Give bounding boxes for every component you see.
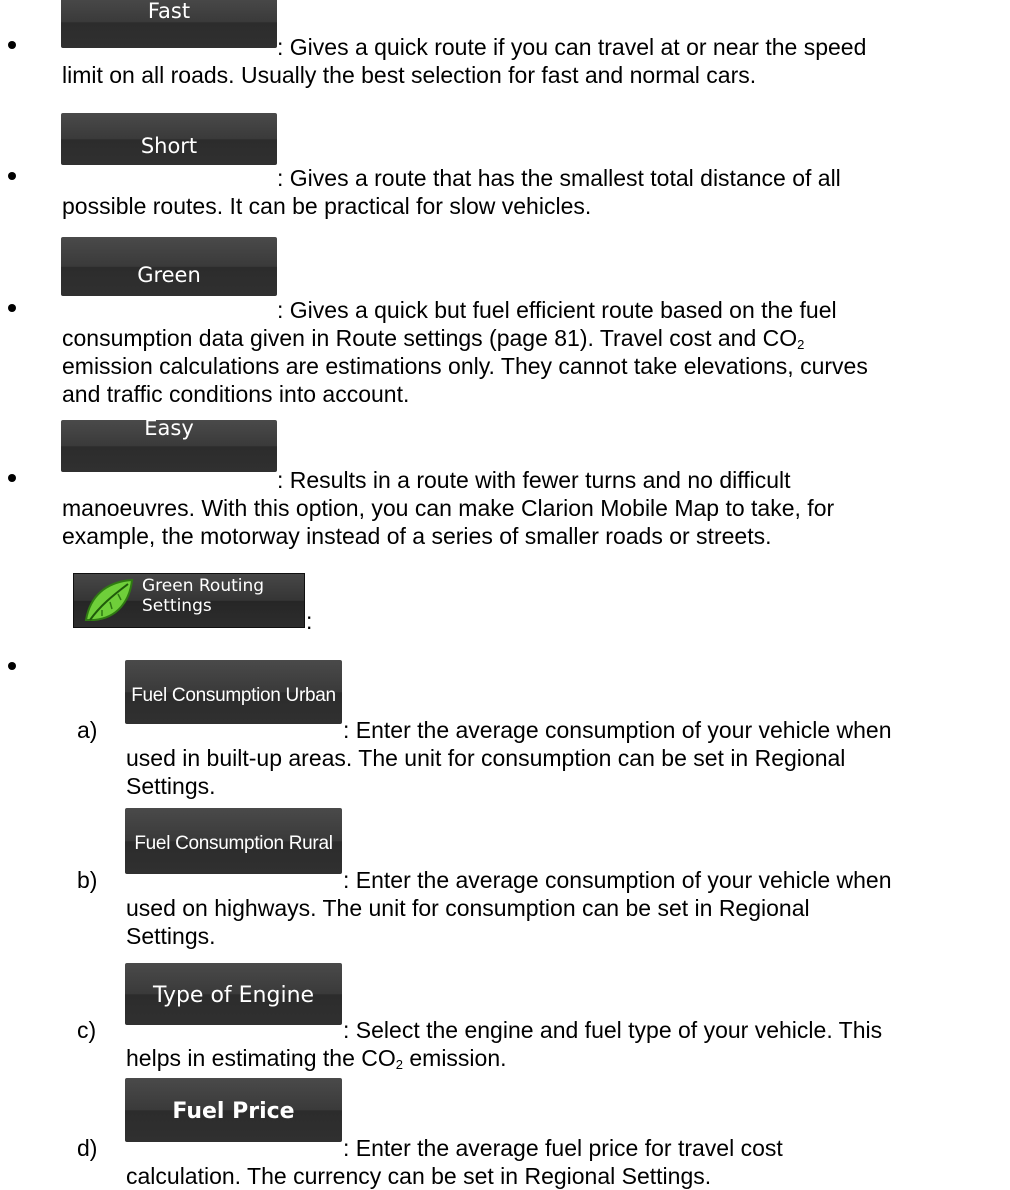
green-description-cont2: emission calculations are estimations on… [62, 353, 868, 379]
fuel-price-description: : Enter the average fuel price for trave… [343, 1135, 783, 1161]
fuel-consumption-rural-label: Fuel Consumption Rural [134, 833, 333, 854]
fuel-consumption-rural-button[interactable]: Fuel Consumption Rural [125, 808, 342, 874]
fast-button[interactable]: Fast [61, 0, 277, 48]
easy-button[interactable]: Easy [61, 420, 277, 472]
leaf-icon [84, 578, 134, 621]
short-button[interactable]: Short [61, 113, 277, 165]
bullet [8, 41, 16, 49]
rural-description-cont: used on highways. The unit for consumpti… [126, 895, 810, 921]
easy-description-cont2: example, the motorway instead of a serie… [62, 523, 772, 549]
bullet [8, 172, 16, 180]
green-routing-label-line2: Settings [142, 596, 212, 616]
bullet [8, 474, 16, 482]
easy-description-cont: manoeuvres. With this option, you can ma… [62, 495, 835, 521]
short-description-cont: possible routes. It can be practical for… [62, 193, 592, 219]
engine-description-text: helps in estimating the CO [126, 1045, 396, 1071]
fuel-consumption-urban-button[interactable]: Fuel Consumption Urban [125, 660, 342, 724]
green-button[interactable]: Green [61, 237, 277, 296]
short-description: : Gives a route that has the smallest to… [277, 165, 841, 191]
green-routing-label: Green Routing Settings [142, 576, 264, 616]
engine-description-text-end: emission. [402, 1045, 507, 1071]
green-routing-settings-button[interactable]: Green Routing Settings [73, 573, 305, 628]
urban-description-cont2: Settings. [126, 773, 216, 799]
list-marker-d: d) [77, 1135, 98, 1161]
engine-description-cont: helps in estimating the CO2 emission. [126, 1044, 507, 1072]
co2-subscript: 2 [395, 1057, 403, 1072]
bullet [8, 304, 16, 312]
fuel-price-button[interactable]: Fuel Price [125, 1078, 342, 1142]
fuel-consumption-urban-label: Fuel Consumption Urban [131, 685, 336, 706]
list-marker-a: a) [77, 717, 98, 743]
rural-description-cont2: Settings. [126, 923, 216, 949]
engine-description: : Select the engine and fuel type of you… [343, 1017, 883, 1043]
fast-description: : Gives a quick route if you can travel … [277, 34, 867, 60]
type-of-engine-label: Type of Engine [152, 983, 315, 1008]
easy-description: : Results in a route with fewer turns an… [277, 467, 791, 493]
bullet [8, 662, 16, 670]
type-of-engine-button[interactable]: Type of Engine [125, 963, 342, 1025]
co2-subscript: 2 [797, 337, 805, 352]
green-description: : Gives a quick but fuel efficient route… [277, 297, 837, 323]
short-button-label: Short [140, 134, 198, 158]
urban-description: : Enter the average consumption of your … [343, 717, 892, 743]
list-marker-c: c) [77, 1017, 97, 1043]
green-button-label: Green [137, 263, 201, 287]
urban-description-cont: used in built-up areas. The unit for con… [126, 745, 846, 771]
fast-description-cont: limit on all roads. Usually the best sel… [62, 62, 757, 88]
green-routing-label-line1: Green Routing [142, 576, 265, 596]
fuel-price-label: Fuel Price [172, 1099, 295, 1124]
green-description-cont: consumption data given in Route settings… [62, 324, 804, 352]
green-description-cont3: and traffic conditions into account. [62, 381, 410, 407]
fast-button-label: Fast [147, 0, 191, 23]
easy-button-label: Easy [144, 420, 194, 440]
green-routing-colon: : [306, 608, 313, 634]
green-description-text: consumption data given in Route settings… [62, 325, 798, 351]
fuel-price-description-cont: calculation. The currency can be set in … [126, 1163, 712, 1189]
rural-description: : Enter the average consumption of your … [343, 867, 892, 893]
list-marker-b: b) [77, 867, 98, 893]
